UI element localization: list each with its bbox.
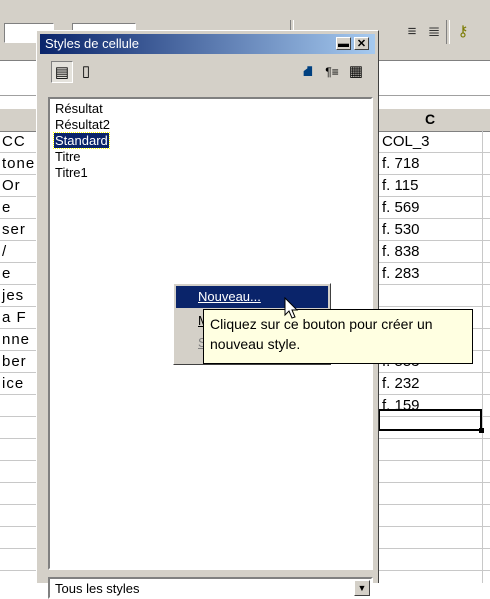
grid-cell[interactable]: nne [2, 331, 30, 348]
grid-cell[interactable]: Or [2, 177, 21, 194]
key-icon[interactable]: ⚷ [453, 22, 473, 42]
page-styles-icon[interactable]: ▯ [75, 61, 97, 83]
tooltip-line: nouveau style. [210, 336, 301, 352]
grid-cell[interactable]: f. 838 [382, 243, 420, 260]
list-item[interactable]: Résultat2 [54, 117, 111, 132]
menu-item-new[interactable]: Nouveau... [176, 286, 328, 308]
fill-format-icon[interactable]: ⛘ [297, 61, 319, 83]
window-titlebar[interactable]: Styles de cellule ▬ ✕ [40, 34, 375, 54]
close-icon[interactable]: ✕ [354, 37, 369, 50]
list-item[interactable]: Titre1 [54, 165, 89, 180]
window-title: Styles de cellule [45, 36, 139, 51]
grid-cell[interactable]: f. 115 [382, 177, 418, 194]
mouse-cursor-icon [284, 297, 299, 319]
grid-cell[interactable]: jes [2, 287, 24, 304]
style-filter-dropdown[interactable]: Tous les styles ▼ [48, 577, 373, 599]
grid-cell[interactable]: CC [2, 133, 26, 150]
align-list-icon[interactable]: ≣ [424, 22, 444, 42]
grid-cell[interactable]: f. 569 [382, 199, 420, 216]
chevron-down-icon[interactable]: ▼ [354, 580, 370, 596]
grid-cell[interactable]: e [2, 265, 11, 282]
new-style-icon[interactable]: ¶≡ [321, 61, 343, 83]
grid-cell[interactable]: tone [2, 155, 35, 172]
column-divider [482, 130, 483, 583]
minimize-icon[interactable]: ▬ [336, 37, 351, 50]
selected-cell-outline[interactable] [378, 409, 482, 431]
list-item[interactable]: Résultat [54, 101, 104, 116]
align-justify-icon[interactable]: ≡ [402, 22, 422, 42]
tooltip: Cliquez sur ce bouton pour créer un nouv… [203, 309, 473, 364]
grid-cell[interactable]: ber [2, 353, 27, 370]
grid-cell[interactable]: ice [2, 375, 24, 392]
list-item-selected[interactable]: Standard [53, 132, 110, 149]
grid-cell[interactable]: f. 530 [382, 221, 420, 238]
update-style-icon[interactable]: ▦ [345, 61, 367, 83]
list-item[interactable]: Titre [54, 149, 82, 164]
column-header-c[interactable]: C [378, 108, 482, 130]
grid-cell[interactable]: a F [2, 309, 27, 326]
grid-cell[interactable]: f. 232 [382, 375, 420, 392]
grid-cell[interactable]: e [2, 199, 11, 216]
grid-cell[interactable]: f. 718 [382, 155, 420, 172]
paragraph-styles-icon[interactable]: ▤ [51, 61, 73, 83]
style-filter-value: Tous les styles [55, 581, 140, 596]
toolbar-separator [446, 20, 450, 44]
menu-item-label: Nouveau... [198, 289, 261, 304]
grid-cell[interactable]: / [2, 243, 7, 260]
fill-handle[interactable] [479, 428, 484, 433]
tooltip-line: Cliquez sur ce bouton pour créer un [210, 316, 433, 332]
grid-cell[interactable]: f. 283 [382, 265, 420, 282]
grid-cell[interactable]: ser [2, 221, 26, 238]
grid-cell[interactable]: COL_3 [382, 133, 430, 150]
